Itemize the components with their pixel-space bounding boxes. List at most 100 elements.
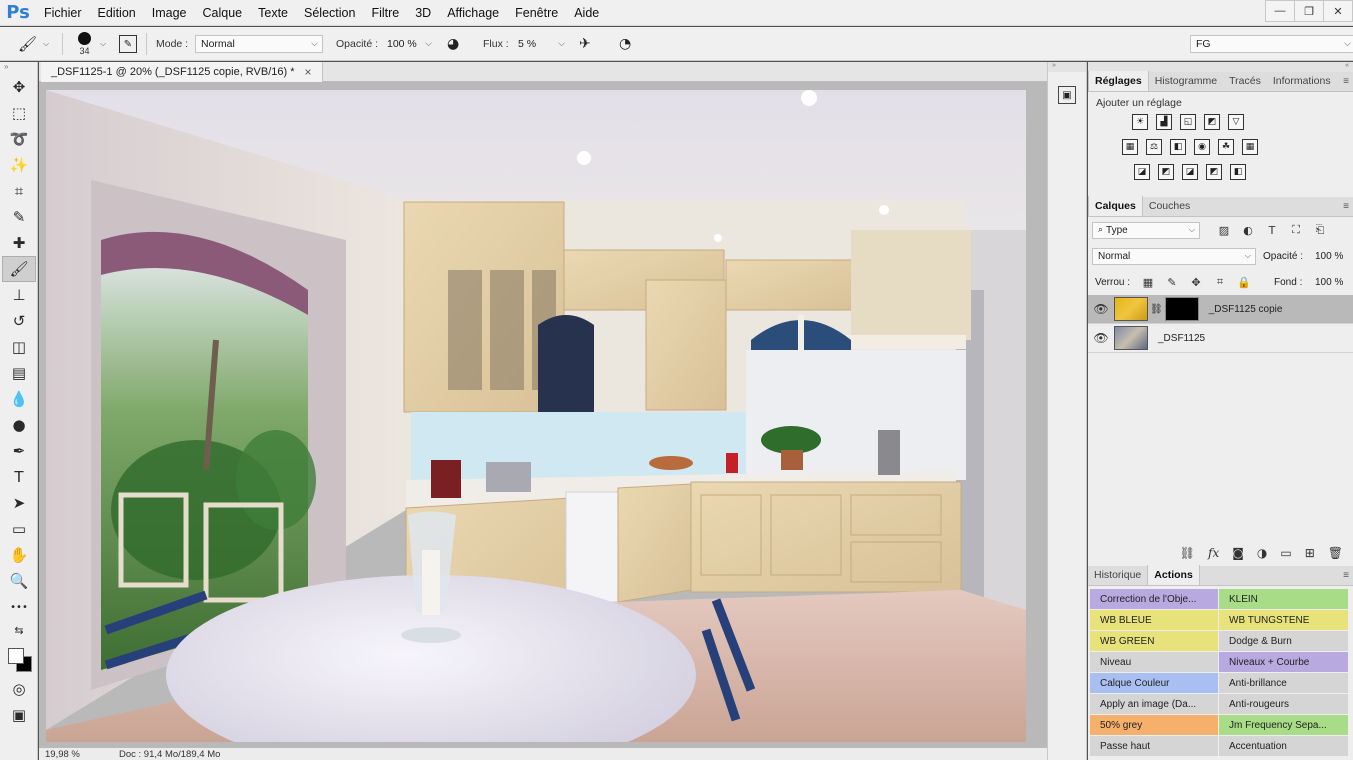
brush-tool-icon[interactable]: 🖌: [2, 256, 36, 282]
action-button[interactable]: Niveau: [1090, 652, 1218, 672]
more-tools-icon[interactable]: •••: [2, 594, 36, 620]
add-mask-icon[interactable]: ◙: [1232, 546, 1244, 560]
menu-item-6[interactable]: Filtre: [363, 0, 407, 26]
blend-mode-select[interactable]: Normal ⌵: [1092, 247, 1256, 265]
menu-item-3[interactable]: Calque: [195, 0, 251, 26]
action-button[interactable]: Anti-rougeurs: [1219, 694, 1348, 714]
type-filter-icon[interactable]: T: [1264, 222, 1280, 238]
panel-menu-icon[interactable]: ≡: [1343, 201, 1349, 212]
smart-object-filter-icon[interactable]: ⎗: [1312, 222, 1328, 238]
adjustments-tab-3[interactable]: Informations: [1267, 71, 1337, 91]
lasso-tool-icon[interactable]: ➰: [2, 126, 36, 152]
screen-mode-icon[interactable]: ▣: [2, 702, 36, 728]
panel-grip[interactable]: »: [1048, 62, 1086, 72]
history-brush-tool-icon[interactable]: ↺: [2, 308, 36, 334]
layer-name[interactable]: _DSF1125 copie: [1209, 304, 1283, 315]
healing-brush-tool-icon[interactable]: ✚: [2, 230, 36, 256]
link-icon[interactable]: ⛓: [1150, 304, 1163, 315]
new-group-icon[interactable]: ▭: [1280, 546, 1291, 560]
layer-thumbnail[interactable]: [1114, 297, 1148, 321]
layer-mask-thumbnail[interactable]: [1164, 297, 1199, 321]
lock-position-icon[interactable]: ✥: [1188, 274, 1204, 290]
action-button[interactable]: WB GREEN: [1090, 631, 1218, 651]
layer-row[interactable]: 👁 _DSF1125: [1088, 324, 1353, 353]
lock-transparency-icon[interactable]: ▦: [1140, 274, 1156, 290]
adjustments-tab-0[interactable]: Réglages: [1088, 71, 1149, 91]
rectangle-tool-icon[interactable]: ▭: [2, 516, 36, 542]
adjustment-3-4-icon[interactable]: ◧: [1230, 164, 1246, 180]
action-button[interactable]: 50% grey: [1090, 715, 1218, 735]
quick-mask-icon[interactable]: ◎: [2, 676, 36, 702]
action-button[interactable]: Apply an image (Da...: [1090, 694, 1218, 714]
crop-tool-icon[interactable]: ⌗: [2, 178, 36, 204]
adjustment-3-3-icon[interactable]: ◩: [1206, 164, 1222, 180]
move-tool-icon[interactable]: ✥: [2, 74, 36, 100]
menu-item-4[interactable]: Texte: [250, 0, 296, 26]
fill-input[interactable]: 100 %: [1309, 274, 1349, 291]
eyedropper-tool-icon[interactable]: ✎: [2, 204, 36, 230]
adjustment-1-4-icon[interactable]: ▽: [1228, 114, 1244, 130]
close-icon[interactable]: ×: [305, 65, 312, 79]
action-button[interactable]: WB TUNGSTENE: [1219, 610, 1348, 630]
fx-icon[interactable]: fx: [1208, 546, 1219, 560]
lock-pixels-icon[interactable]: ✎: [1164, 274, 1180, 290]
menu-item-10[interactable]: Aide: [566, 0, 607, 26]
blur-tool-icon[interactable]: 💧: [2, 386, 36, 412]
menu-item-8[interactable]: Affichage: [439, 0, 507, 26]
airbrush-icon[interactable]: ✈: [579, 27, 591, 61]
menu-item-1[interactable]: Edition: [90, 0, 144, 26]
marquee-tool-icon[interactable]: ⬚: [2, 100, 36, 126]
adjustment-2-3-icon[interactable]: ◉: [1194, 139, 1210, 155]
action-button[interactable]: Anti-brillance: [1219, 673, 1348, 693]
new-layer-icon[interactable]: ⊞: [1305, 546, 1315, 560]
panel-grip[interactable]: »: [0, 62, 37, 74]
action-button[interactable]: KLEIN: [1219, 589, 1348, 609]
opacity-input[interactable]: 100 % ⌵: [381, 35, 437, 53]
clone-stamp-tool-icon[interactable]: ⊥: [2, 282, 36, 308]
brush-panel-toggle[interactable]: ✎: [119, 27, 137, 61]
action-button[interactable]: WB BLEUE: [1090, 610, 1218, 630]
eye-icon[interactable]: 👁: [1088, 302, 1114, 316]
action-button[interactable]: Dodge & Burn: [1219, 631, 1348, 651]
adjustments-tab-1[interactable]: Histogramme: [1149, 71, 1223, 91]
menu-item-0[interactable]: Fichier: [36, 0, 90, 26]
action-button[interactable]: Calque Couleur: [1090, 673, 1218, 693]
menu-item-2[interactable]: Image: [144, 0, 195, 26]
zoom-tool-icon[interactable]: 🔍: [2, 568, 36, 594]
minimize-button[interactable]: —: [1265, 0, 1295, 22]
adjustment-1-0-icon[interactable]: ☀: [1132, 114, 1148, 130]
layer-filter-select[interactable]: ⌕ Type ⌵: [1092, 221, 1200, 239]
chevron-down-icon[interactable]: ⌵: [100, 27, 106, 61]
eye-icon[interactable]: 👁: [1088, 331, 1114, 345]
layer-name[interactable]: _DSF1125: [1158, 333, 1205, 344]
action-button[interactable]: Correction de l'Obje...: [1090, 589, 1218, 609]
type-tool-icon[interactable]: T: [2, 464, 36, 490]
adjustment-1-2-icon[interactable]: ◱: [1180, 114, 1196, 130]
new-adjustment-layer-icon[interactable]: ◑: [1257, 546, 1267, 560]
foreground-color-swatch[interactable]: [8, 648, 24, 664]
tool-preset-picker[interactable]: 🖌 ⌵: [18, 27, 49, 61]
adjustment-1-1-icon[interactable]: ▟: [1156, 114, 1172, 130]
adjustment-3-2-icon[interactable]: ◪: [1182, 164, 1198, 180]
eraser-tool-icon[interactable]: ◫: [2, 334, 36, 360]
actions-tab-1[interactable]: Actions: [1147, 565, 1200, 585]
document-tab[interactable]: _DSF1125-1 @ 20% (_DSF1125 copie, RVB/16…: [41, 62, 323, 82]
action-button[interactable]: Accentuation: [1219, 736, 1348, 756]
image-filter-icon[interactable]: ▨: [1216, 222, 1232, 238]
adjustment-3-0-icon[interactable]: ◪: [1134, 164, 1150, 180]
menu-item-7[interactable]: 3D: [407, 0, 439, 26]
shape-filter-icon[interactable]: ⛶: [1288, 222, 1304, 238]
pressure-opacity-icon[interactable]: ◕: [447, 27, 459, 61]
close-button[interactable]: ✕: [1323, 0, 1353, 22]
action-button[interactable]: Passe haut: [1090, 736, 1218, 756]
pen-tool-icon[interactable]: ✒: [2, 438, 36, 464]
history-snapshot-icon[interactable]: ▣: [1058, 86, 1076, 104]
pressure-size-icon[interactable]: ◔: [619, 27, 631, 61]
panel-menu-icon[interactable]: ≡: [1343, 570, 1349, 581]
hand-tool-icon[interactable]: ✋: [2, 542, 36, 568]
swap-colors-icon[interactable]: ⇆: [2, 620, 36, 640]
adjustment-2-1-icon[interactable]: ⚖: [1146, 139, 1162, 155]
adjustment-2-2-icon[interactable]: ◧: [1170, 139, 1186, 155]
delete-layer-icon[interactable]: 🗑: [1328, 546, 1343, 560]
mode-select[interactable]: Normal ⌵: [195, 35, 323, 53]
